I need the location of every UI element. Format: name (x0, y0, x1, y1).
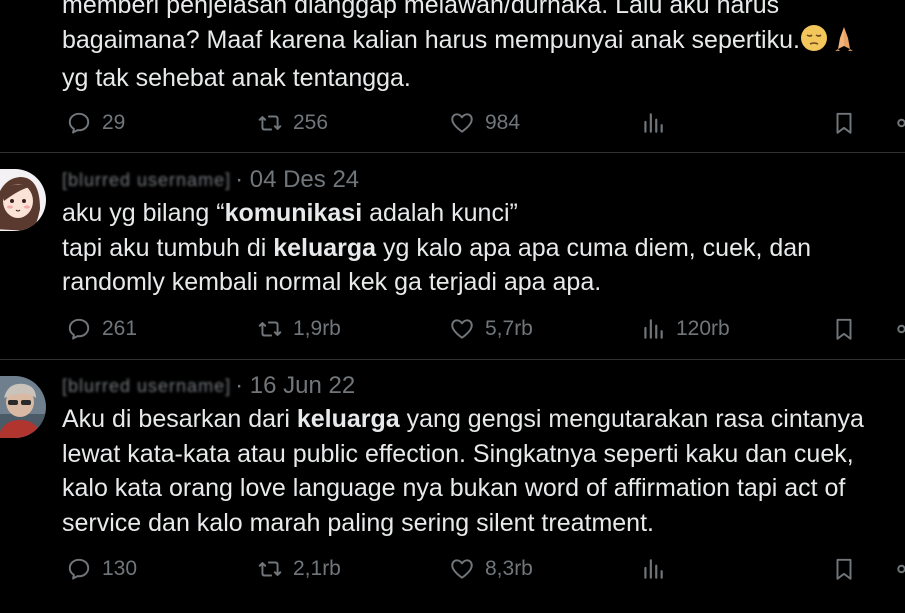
repost-count: 2,1rb (293, 557, 341, 580)
tweet-text: aku yg bilang “komunikasi adalah kunci” … (62, 196, 811, 300)
share-icon (897, 324, 905, 334)
author-handle[interactable]: [blurred username] (62, 376, 231, 397)
tweet-line: lewat kata-kata atau public effection. S… (62, 439, 854, 468)
repost-button[interactable]: 256 (257, 107, 328, 139)
tweet-line: tapi aku tumbuh di keluarga yg kalo apa … (62, 233, 812, 262)
reply-button[interactable]: 29 (66, 107, 125, 139)
share-button[interactable] (895, 553, 905, 585)
like-icon (451, 559, 473, 579)
like-button[interactable]: 5,7rb (449, 313, 533, 345)
like-icon (451, 113, 473, 133)
views-icon (644, 113, 663, 133)
tweet-2[interactable]: [blurred username] · 04 Des 24 aku yg bi… (0, 153, 905, 359)
views-button[interactable] (640, 107, 666, 139)
reply-button[interactable]: 130 (66, 553, 137, 585)
tweet-text: memberi penjelasan dianggap melawan/durh… (62, 0, 857, 96)
repost-icon (258, 115, 282, 131)
share-button[interactable] (895, 313, 905, 345)
pensive-face-emoji (800, 24, 828, 62)
tweet-meta: [blurred username] · 04 Des 24 (62, 165, 359, 195)
reply-icon (68, 112, 90, 134)
reply-icon (68, 318, 90, 340)
avatar[interactable] (0, 169, 46, 231)
tweet-line: Aku di besarkan dari keluarga yang gengs… (62, 405, 864, 433)
avatar[interactable] (0, 376, 46, 438)
bookmark-icon (836, 112, 852, 134)
like-count: 5,7rb (485, 317, 533, 340)
views-button[interactable]: 120rb (640, 313, 730, 345)
folded-hands-emoji (831, 24, 857, 62)
tweet-line: randomly kembali normal kek ga terjadi a… (62, 268, 602, 296)
tweet-3[interactable]: [blurred username] · 16 Jun 22 Aku di be… (0, 360, 905, 613)
repost-count: 1,9rb (293, 317, 341, 340)
share-icon (897, 564, 905, 574)
tweet-date[interactable]: · 16 Jun 22 (235, 372, 355, 400)
views-count: 120rb (676, 317, 730, 340)
reply-count: 130 (102, 557, 138, 580)
tweet-actions: 29 256 984 (62, 107, 905, 139)
bookmark-icon (836, 558, 852, 580)
tweet-line: kalo kata orang love language nya bukan … (62, 474, 846, 502)
reply-icon (68, 558, 90, 580)
views-button[interactable] (640, 553, 666, 585)
tweet-line: yg tak sehebat anak tentangga. (62, 64, 411, 92)
repost-icon (258, 561, 282, 577)
like-button[interactable]: 984 (449, 107, 520, 139)
like-count: 984 (485, 111, 521, 134)
reply-count: 261 (102, 317, 138, 340)
views-icon (644, 319, 663, 339)
share-button[interactable] (895, 107, 905, 139)
bookmark-icon (836, 318, 852, 340)
repost-icon (258, 321, 282, 337)
author-handle[interactable]: [blurred username] (62, 170, 231, 191)
bookmark-button[interactable] (831, 313, 857, 345)
share-icon (897, 118, 905, 128)
tweet-line: bagaimana? Maaf karena kalian harus memp… (62, 23, 857, 62)
bookmark-button[interactable] (831, 107, 857, 139)
tweet-text: Aku di besarkan dari keluarga yang gengs… (62, 402, 864, 540)
like-icon (451, 319, 473, 339)
tweet-line: service dan kalo marah paling sering sil… (62, 508, 654, 537)
tweet-date[interactable]: · 04 Des 24 (235, 166, 359, 194)
like-count: 8,3rb (485, 557, 533, 580)
repost-button[interactable]: 2,1rb (257, 553, 341, 585)
tweet-actions: 130 2,1rb 8,3rb (62, 553, 905, 585)
tweet-line: aku yg bilang “komunikasi adalah kunci” (62, 199, 518, 227)
repost-button[interactable]: 1,9rb (257, 313, 341, 345)
tweet-1[interactable]: memberi penjelasan dianggap melawan/durh… (0, 0, 905, 152)
reply-button[interactable]: 261 (66, 313, 137, 345)
like-button[interactable]: 8,3rb (449, 553, 533, 585)
repost-count: 256 (293, 111, 329, 134)
bookmark-button[interactable] (831, 553, 857, 585)
views-icon (644, 559, 663, 579)
tweet-line: memberi penjelasan dianggap melawan/durh… (62, 0, 780, 19)
tweet-actions: 261 1,9rb 5,7rb 120rb (62, 313, 905, 345)
tweet-meta: [blurred username] · 16 Jun 22 (62, 371, 355, 401)
reply-count: 29 (102, 111, 126, 134)
